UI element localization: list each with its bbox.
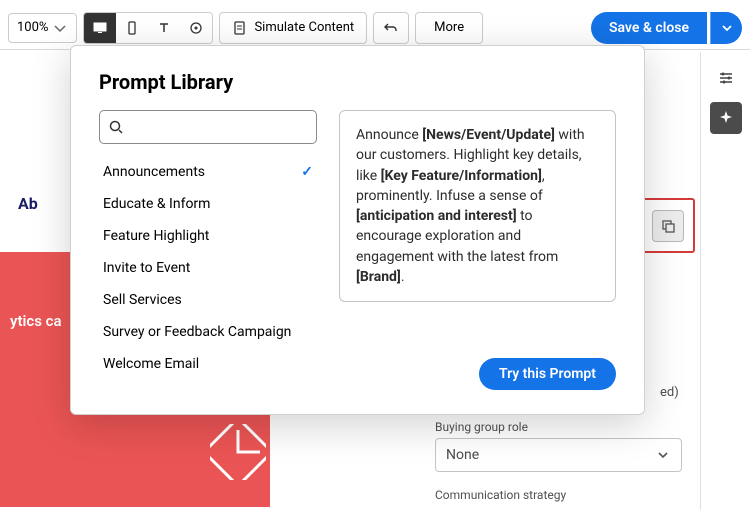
modal-title: Prompt Library: [99, 70, 616, 94]
preview-token: [Brand]: [356, 269, 401, 285]
sliders-icon: [717, 69, 735, 87]
prompt-search-input[interactable]: [130, 119, 308, 135]
prompt-item[interactable]: Sell Services: [99, 284, 317, 316]
chevron-down-icon: [52, 20, 68, 36]
simulate-label: Simulate Content: [254, 20, 354, 35]
preview-text: .: [401, 269, 405, 285]
buying-group-value: None: [446, 447, 479, 463]
zoom-value: 100%: [17, 20, 48, 35]
top-toolbar: 100% Simulate Content More Save & close: [0, 6, 750, 50]
decorative-geometric-icon: [210, 424, 266, 480]
prompt-item-label: Welcome Email: [103, 356, 199, 372]
properties-form: Buying group role None Communication str…: [435, 420, 682, 506]
chevron-down-icon: [655, 447, 671, 463]
prompt-item[interactable]: Educate & Inform: [99, 188, 317, 220]
preview-token: [News/Event/Update]: [422, 127, 555, 143]
prompt-item[interactable]: Survey or Feedback Campaign: [99, 316, 317, 348]
mobile-view-button[interactable]: [116, 13, 148, 43]
modal-left-column: Announcements ✓ Educate & Inform Feature Hi…: [99, 110, 317, 390]
settings-rail-button[interactable]: [710, 62, 742, 94]
prompt-list: Announcements ✓ Educate & Inform Feature Hi…: [99, 156, 317, 390]
document-icon: [232, 20, 248, 36]
prompt-item[interactable]: Invite to Event: [99, 252, 317, 284]
preview-view-button[interactable]: [180, 13, 212, 43]
prompt-item[interactable]: Feature Highlight: [99, 220, 317, 252]
prompt-preview: Announce [News/Event/Update] with our cu…: [339, 110, 616, 302]
ai-rail-button[interactable]: [710, 102, 742, 134]
prompt-item-label: Sell Services: [103, 292, 182, 308]
chevron-down-icon: [719, 20, 735, 36]
target-icon: [188, 20, 204, 36]
prompt-item-label: Announcements: [103, 164, 205, 180]
right-rail: [700, 52, 750, 510]
mobile-icon: [124, 20, 140, 36]
device-toggle-group: [83, 12, 213, 44]
text-fragment-ed: ed): [660, 385, 679, 400]
prompt-item[interactable]: Announcements ✓: [99, 156, 317, 188]
highlighted-toolbar-button-callout: [640, 198, 695, 253]
copy-button[interactable]: [652, 210, 684, 242]
heading-fragment: Ab: [18, 194, 38, 213]
prompt-item-label: Invite to Event: [103, 260, 190, 276]
prompt-item-label: Educate & Inform: [103, 196, 210, 212]
save-close-dropdown[interactable]: [710, 12, 742, 44]
prompt-item-label: Feature Highlight: [103, 228, 209, 244]
text-icon: [156, 20, 172, 36]
save-close-button[interactable]: Save & close: [591, 12, 707, 44]
prompt-library-modal: Prompt Library Announcements ✓ Educate & I…: [70, 45, 645, 415]
red-block-text: ytics ca: [10, 312, 62, 330]
prompt-item-label: Survey or Feedback Campaign: [103, 324, 291, 340]
text-view-button[interactable]: [148, 13, 180, 43]
buying-group-label: Buying group role: [435, 420, 682, 434]
more-button[interactable]: More: [415, 12, 483, 44]
preview-token: [anticipation and interest]: [356, 208, 517, 224]
preview-token: [Key Feature/Information]: [381, 168, 542, 184]
preview-text: Announce: [356, 127, 422, 143]
try-prompt-button[interactable]: Try this Prompt: [479, 358, 616, 390]
modal-right-column: Announce [News/Event/Update] with our cu…: [339, 110, 616, 390]
undo-icon: [383, 20, 399, 36]
copy-icon: [660, 218, 676, 234]
zoom-dropdown[interactable]: 100%: [8, 13, 77, 43]
desktop-view-button[interactable]: [84, 13, 116, 43]
check-icon: ✓: [301, 164, 313, 180]
prompt-item[interactable]: Welcome Email: [99, 348, 317, 380]
undo-button[interactable]: [373, 12, 409, 44]
sparkle-icon: [717, 109, 735, 127]
prompt-search-wrap: [99, 110, 317, 144]
search-icon: [108, 119, 124, 135]
comm-strategy-label: Communication strategy: [435, 488, 682, 502]
buying-group-select[interactable]: None: [435, 438, 682, 472]
desktop-icon: [92, 20, 108, 36]
simulate-content-button[interactable]: Simulate Content: [219, 12, 367, 44]
